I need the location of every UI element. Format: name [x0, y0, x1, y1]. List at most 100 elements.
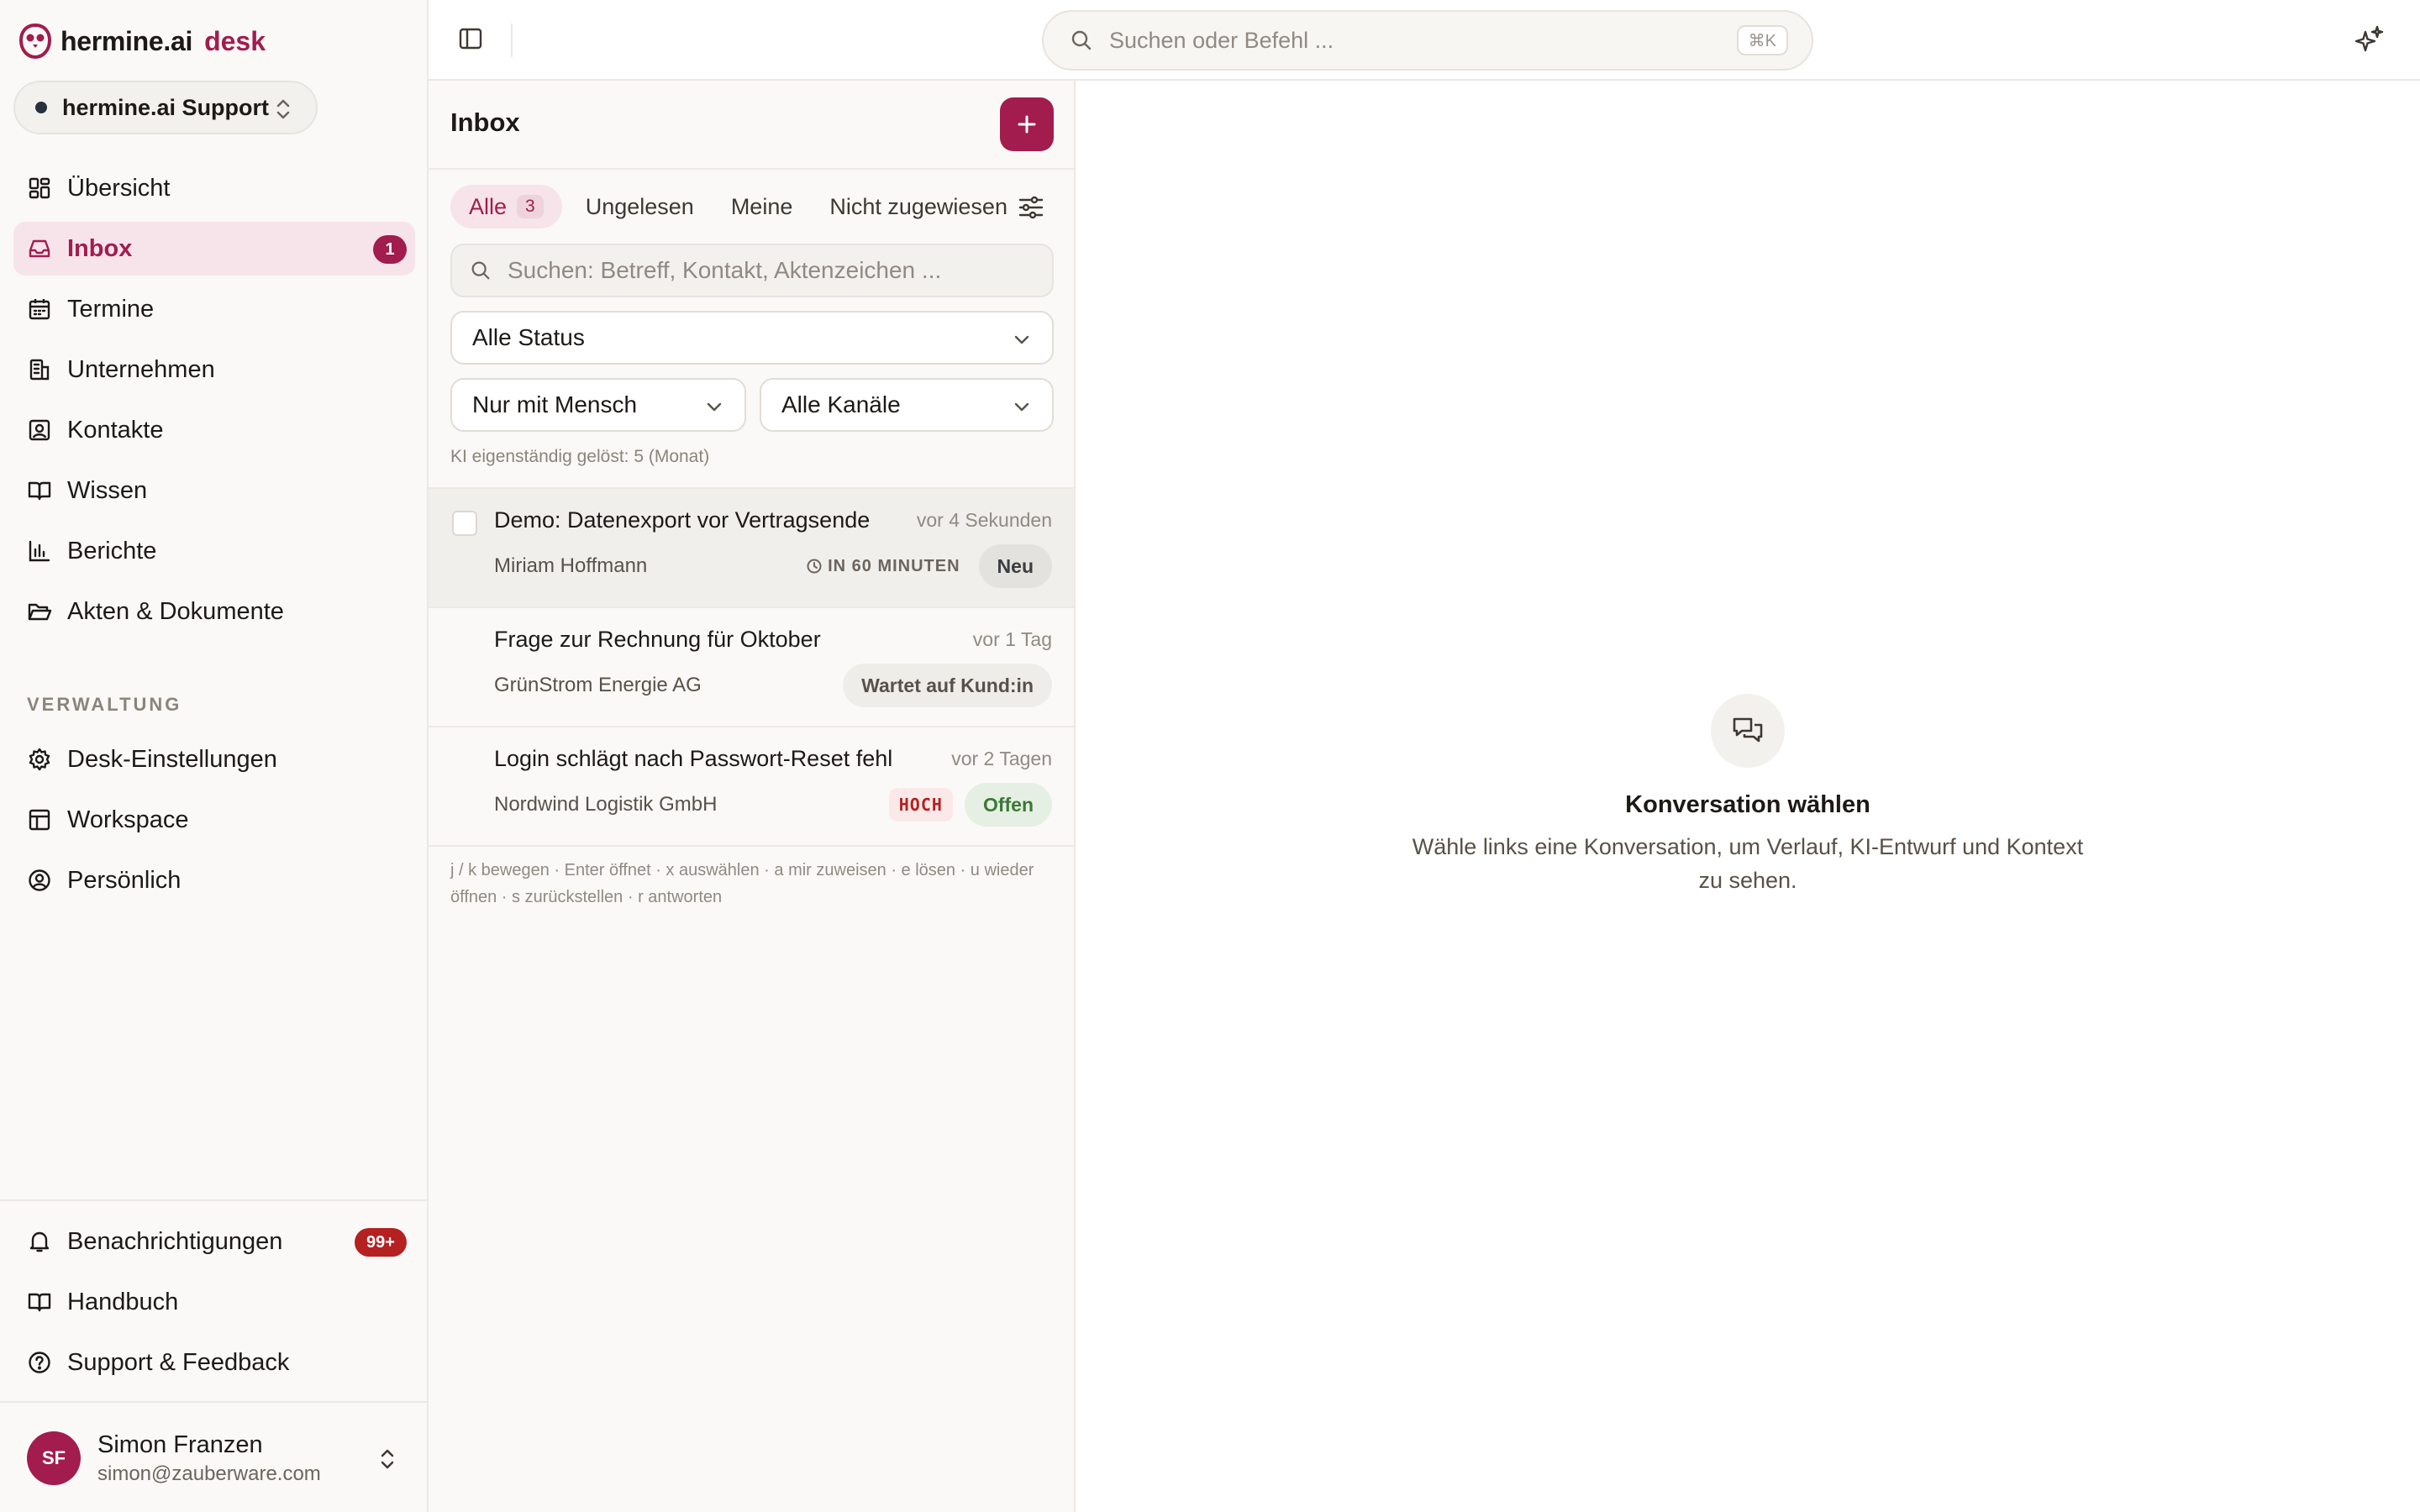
tab-label: Alle [469, 193, 508, 219]
search-placeholder: Suchen oder Befehl ... [1109, 27, 1334, 53]
inbox-icon [29, 239, 50, 258]
topbar-divider [511, 24, 513, 57]
chevron-down-icon [707, 402, 722, 412]
select-value: Nur mit Mensch [472, 391, 638, 417]
nav-item-companies[interactable]: Unternehmen [13, 343, 415, 396]
nav-label: Support & Feedback [67, 1348, 290, 1376]
conversation-time: vor 1 Tag [972, 628, 1052, 650]
bar-chart-icon [29, 540, 50, 562]
empty-state-icon-wrap [1711, 694, 1785, 768]
keyboard-shortcuts-hint: j / k bewegen · Enter öffnet · x auswähl… [450, 861, 1034, 906]
conversation-row[interactable]: Demo: Datenexport vor Vertragsende vor 4… [429, 489, 1074, 608]
brand-logo[interactable]: hermine.ai desk [18, 20, 266, 62]
workspace-name: hermine.ai Support [62, 94, 270, 120]
sidebar-divider [0, 1200, 427, 1201]
tab-unread[interactable]: Ungelesen [586, 185, 694, 228]
search-icon [1071, 30, 1092, 50]
owl-logo-icon [18, 23, 52, 60]
search-icon [471, 261, 490, 280]
nav-item-desk-settings[interactable]: Desk-Einstellungen [13, 732, 415, 786]
inbox-count-badge: 1 [373, 235, 407, 264]
nav-item-knowledge[interactable]: Wissen [13, 464, 415, 517]
handler-filter-select[interactable]: Nur mit Mensch [450, 378, 746, 432]
inbox-title: Inbox [450, 108, 520, 137]
nav-label: Workspace [67, 806, 189, 833]
tab-count: 3 [517, 195, 544, 218]
nav-item-documents[interactable]: Akten & Dokumente [13, 585, 415, 638]
select-value: Alle Kanäle [781, 391, 901, 417]
tab-all[interactable]: Alle 3 [450, 185, 562, 228]
workspace-dot [35, 102, 47, 113]
nav-label: Benachrichtigungen [67, 1227, 283, 1255]
sidebar: hermine.ai desk hermine.ai Support Übers… [0, 0, 429, 1512]
chevron-down-icon [1014, 335, 1029, 344]
conversation-checkbox[interactable] [452, 511, 477, 536]
nav-label: Desk-Einstellungen [67, 745, 277, 773]
inbox-panel: Inbox Alle 3 Ungelesen Meine Nicht zugew… [429, 81, 1076, 1512]
gear-icon [29, 748, 50, 771]
calendar-icon [29, 299, 50, 320]
topbar: Suchen oder Befehl ... ⌘K [429, 0, 2420, 81]
tab-unassigned[interactable]: Nicht zugewiesen [829, 185, 1007, 228]
search-placeholder: Suchen: Betreff, Kontakt, Aktenzeichen .… [508, 257, 942, 283]
conversation-time: vor 4 Sekunden [916, 509, 1052, 531]
chevron-down-icon [1014, 402, 1029, 412]
select-value: Alle Status [472, 324, 585, 350]
nav-item-reports[interactable]: Berichte [13, 524, 415, 578]
help-circle-icon [29, 1352, 50, 1373]
conversation-contact: Nordwind Logistik GmbH [494, 793, 718, 816]
nav-item-contacts[interactable]: Kontakte [13, 403, 415, 457]
priority-badge: HOCH [888, 788, 953, 822]
sla-text: IN 60 MINUTEN [828, 556, 960, 575]
sidebar-toggle-icon[interactable] [457, 25, 484, 52]
empty-state-title: Konversation wählen [1625, 791, 1870, 818]
tab-mine[interactable]: Meine [731, 185, 793, 228]
user-name: Simon Franzen [97, 1431, 263, 1458]
conversation-detail-pane: Konversation wählen Wähle links eine Kon… [1076, 81, 2420, 1512]
chevron-updown-icon [381, 1449, 394, 1469]
channel-filter-select[interactable]: Alle Kanäle [760, 378, 1054, 432]
user-menu[interactable]: SF Simon Franzen simon@zauberware.com [27, 1428, 405, 1488]
building-icon [29, 359, 50, 381]
inbox-tabs: Alle 3 Ungelesen Meine Nicht zugewiesen [450, 185, 1044, 228]
nav-label: Berichte [67, 537, 157, 564]
nav-item-personal[interactable]: Persönlich [13, 853, 415, 907]
nav-label: Inbox [67, 234, 133, 262]
nav-item-appointments[interactable]: Termine [13, 282, 415, 336]
chevron-updown-icon [276, 99, 290, 119]
sidebar-divider [0, 1401, 427, 1403]
nav-item-handbook[interactable]: Handbuch [13, 1275, 415, 1329]
notifications-badge: 99+ [355, 1228, 407, 1257]
sparkles-icon[interactable] [2353, 24, 2386, 57]
inbox-header: Inbox [429, 81, 1074, 170]
dashboard-icon [29, 177, 50, 199]
avatar: SF [27, 1431, 81, 1485]
status-filter-select[interactable]: Alle Status [450, 311, 1054, 365]
inbox-search-input[interactable]: Suchen: Betreff, Kontakt, Aktenzeichen .… [450, 244, 1054, 297]
nav-item-support[interactable]: Support & Feedback [13, 1336, 415, 1389]
conversation-row[interactable]: Frage zur Rechnung für Oktober vor 1 Tag… [429, 608, 1074, 727]
nav-label: Übersicht [67, 174, 171, 202]
nav-label: Wissen [67, 476, 148, 504]
empty-state-description: Wähle links eine Konversation, um Verlau… [1412, 834, 2084, 893]
nav-item-overview[interactable]: Übersicht [13, 161, 415, 215]
global-search-input[interactable]: Suchen oder Befehl ... ⌘K [1042, 10, 1813, 71]
section-label-admin: VERWALTUNG [27, 694, 182, 715]
conversation-subject: Login schlägt nach Passwort-Reset fehl [494, 746, 893, 771]
folder-icon [28, 603, 52, 621]
nav-item-workspace[interactable]: Workspace [13, 793, 415, 847]
workspace-switcher[interactable]: hermine.ai Support [13, 81, 318, 134]
nav-label: Kontakte [67, 416, 164, 444]
app-window: hermine.ai desk hermine.ai Support Übers… [0, 0, 2420, 1512]
nav-item-notifications[interactable]: Benachrichtigungen 99+ [13, 1215, 415, 1268]
book-icon [28, 1293, 51, 1312]
conversation-row[interactable]: Login schlägt nach Passwort-Reset fehl v… [429, 727, 1074, 847]
conversation-contact: GrünStrom Energie AG [494, 674, 702, 696]
sla-indicator: IN 60 MINUTEN [806, 557, 960, 576]
plus-icon [1018, 115, 1036, 134]
sliders-icon[interactable] [1017, 193, 1045, 222]
new-conversation-button[interactable] [1000, 97, 1054, 151]
chat-bubbles-icon [1733, 717, 1763, 743]
nav-item-inbox[interactable]: Inbox 1 [13, 222, 415, 276]
user-circle-icon [29, 869, 50, 891]
